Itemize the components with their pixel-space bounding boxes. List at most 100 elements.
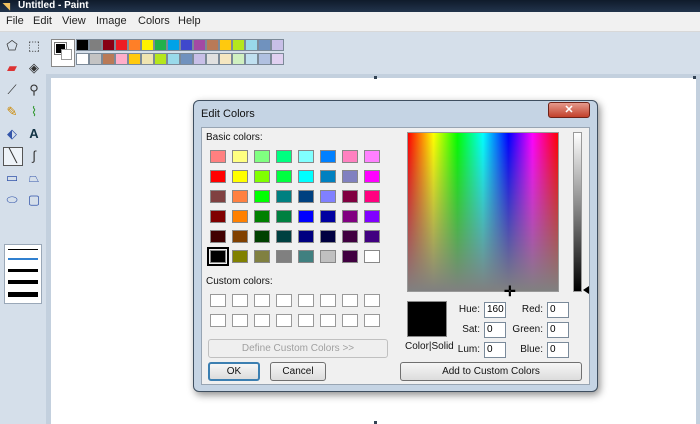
basic-color-swatch[interactable] bbox=[320, 250, 336, 263]
basic-color-swatch[interactable] bbox=[210, 170, 226, 183]
ok-button[interactable]: OK bbox=[208, 362, 260, 381]
basic-color-swatch[interactable] bbox=[232, 190, 248, 203]
palette-color-swatch[interactable] bbox=[167, 53, 180, 65]
line-width-3[interactable] bbox=[8, 269, 38, 272]
luminosity-arrow-icon[interactable] bbox=[583, 286, 589, 294]
custom-color-swatch[interactable] bbox=[232, 314, 248, 327]
basic-color-swatch[interactable] bbox=[276, 230, 292, 243]
basic-color-swatch[interactable] bbox=[276, 210, 292, 223]
palette-color-swatch[interactable] bbox=[102, 39, 115, 51]
custom-color-swatch[interactable] bbox=[364, 294, 380, 307]
basic-color-swatch[interactable] bbox=[276, 150, 292, 163]
basic-color-swatch[interactable] bbox=[320, 190, 336, 203]
palette-color-swatch[interactable] bbox=[102, 53, 115, 65]
resize-handle-top[interactable] bbox=[374, 76, 377, 79]
basic-color-swatch[interactable] bbox=[342, 250, 358, 263]
palette-color-swatch[interactable] bbox=[89, 53, 102, 65]
basic-color-swatch[interactable] bbox=[342, 190, 358, 203]
luminosity-bar[interactable] bbox=[573, 132, 582, 292]
palette-color-swatch[interactable] bbox=[258, 39, 271, 51]
custom-color-swatch[interactable] bbox=[210, 294, 226, 307]
palette-color-swatch[interactable] bbox=[232, 39, 245, 51]
add-to-custom-colors-button[interactable]: Add to Custom Colors bbox=[400, 362, 582, 381]
basic-color-swatch[interactable] bbox=[364, 210, 380, 223]
menu-colors[interactable]: Colors bbox=[138, 15, 170, 27]
basic-color-swatch[interactable] bbox=[276, 250, 292, 263]
line-width-selector[interactable] bbox=[4, 244, 42, 304]
curve-icon[interactable]: ∫ bbox=[26, 148, 42, 164]
basic-color-swatch[interactable] bbox=[276, 190, 292, 203]
custom-color-swatch[interactable] bbox=[276, 314, 292, 327]
magnifier-icon[interactable]: ⚲ bbox=[26, 82, 42, 98]
palette-color-swatch[interactable] bbox=[141, 53, 154, 65]
basic-color-swatch[interactable] bbox=[254, 210, 270, 223]
free-select-icon[interactable]: ⬠ bbox=[4, 38, 20, 54]
line-width-5[interactable] bbox=[8, 292, 38, 297]
hue-input[interactable]: 160 bbox=[484, 302, 506, 318]
basic-color-swatch[interactable] bbox=[320, 170, 336, 183]
close-button[interactable]: ✕ bbox=[548, 102, 590, 118]
basic-color-swatch[interactable] bbox=[210, 190, 226, 203]
cancel-button[interactable]: Cancel bbox=[270, 362, 326, 381]
basic-color-swatch[interactable] bbox=[364, 250, 380, 263]
custom-color-swatch[interactable] bbox=[320, 314, 336, 327]
line-width-4[interactable] bbox=[8, 280, 38, 284]
fill-icon[interactable]: ◈ bbox=[26, 60, 42, 76]
palette-color-swatch[interactable] bbox=[89, 39, 102, 51]
basic-color-swatch[interactable] bbox=[364, 190, 380, 203]
basic-color-swatch[interactable] bbox=[298, 230, 314, 243]
palette-color-swatch[interactable] bbox=[245, 53, 258, 65]
color-spectrum[interactable]: ✛ bbox=[407, 132, 559, 299]
custom-color-swatch[interactable] bbox=[298, 294, 314, 307]
palette-color-swatch[interactable] bbox=[232, 53, 245, 65]
menu-edit[interactable]: Edit bbox=[33, 15, 52, 27]
custom-color-swatch[interactable] bbox=[276, 294, 292, 307]
basic-color-swatch[interactable] bbox=[342, 230, 358, 243]
palette-color-swatch[interactable] bbox=[76, 53, 89, 65]
custom-color-swatch[interactable] bbox=[364, 314, 380, 327]
basic-color-swatch[interactable] bbox=[254, 150, 270, 163]
sat-input[interactable]: 0 bbox=[484, 322, 506, 338]
basic-color-swatch[interactable] bbox=[276, 170, 292, 183]
palette-color-swatch[interactable] bbox=[115, 53, 128, 65]
palette-color-swatch[interactable] bbox=[141, 39, 154, 51]
menu-view[interactable]: View bbox=[62, 15, 86, 27]
basic-color-swatch[interactable] bbox=[342, 150, 358, 163]
palette-color-swatch[interactable] bbox=[271, 53, 284, 65]
basic-color-swatch[interactable] bbox=[232, 150, 248, 163]
polygon-icon[interactable]: ⏢ bbox=[26, 170, 42, 186]
basic-color-swatch[interactable] bbox=[298, 250, 314, 263]
custom-color-swatch[interactable] bbox=[254, 294, 270, 307]
brush-icon[interactable]: ⌇ bbox=[26, 104, 42, 120]
palette-color-swatch[interactable] bbox=[167, 39, 180, 51]
rounded-rectangle-icon[interactable]: ▢ bbox=[26, 192, 42, 208]
palette-color-swatch[interactable] bbox=[245, 39, 258, 51]
color-picker-icon[interactable]: ⟋ bbox=[4, 82, 20, 98]
palette-color-swatch[interactable] bbox=[271, 39, 284, 51]
basic-color-swatch[interactable] bbox=[232, 250, 248, 263]
custom-color-swatch[interactable] bbox=[232, 294, 248, 307]
basic-color-swatch[interactable] bbox=[298, 170, 314, 183]
basic-color-swatch[interactable] bbox=[254, 190, 270, 203]
basic-color-swatch[interactable] bbox=[232, 210, 248, 223]
palette-color-swatch[interactable] bbox=[154, 53, 167, 65]
define-custom-colors-button[interactable]: Define Custom Colors >> bbox=[208, 339, 388, 358]
basic-color-swatch[interactable] bbox=[298, 210, 314, 223]
basic-color-swatch[interactable] bbox=[342, 170, 358, 183]
basic-color-swatch[interactable] bbox=[232, 170, 248, 183]
palette-color-swatch[interactable] bbox=[219, 53, 232, 65]
green-input[interactable]: 0 bbox=[547, 322, 569, 338]
custom-color-swatch[interactable] bbox=[298, 314, 314, 327]
palette-color-swatch[interactable] bbox=[193, 39, 206, 51]
airbrush-icon[interactable]: ⬖ bbox=[4, 126, 20, 142]
basic-color-swatch[interactable] bbox=[364, 150, 380, 163]
palette-color-swatch[interactable] bbox=[154, 39, 167, 51]
basic-color-swatch[interactable] bbox=[298, 190, 314, 203]
basic-color-swatch[interactable] bbox=[298, 150, 314, 163]
current-colors[interactable] bbox=[51, 39, 75, 67]
menu-help[interactable]: Help bbox=[178, 15, 201, 27]
basic-color-swatch[interactable] bbox=[254, 230, 270, 243]
basic-color-swatch[interactable] bbox=[210, 230, 226, 243]
menu-file[interactable]: File bbox=[6, 15, 24, 27]
palette-color-swatch[interactable] bbox=[76, 39, 89, 51]
